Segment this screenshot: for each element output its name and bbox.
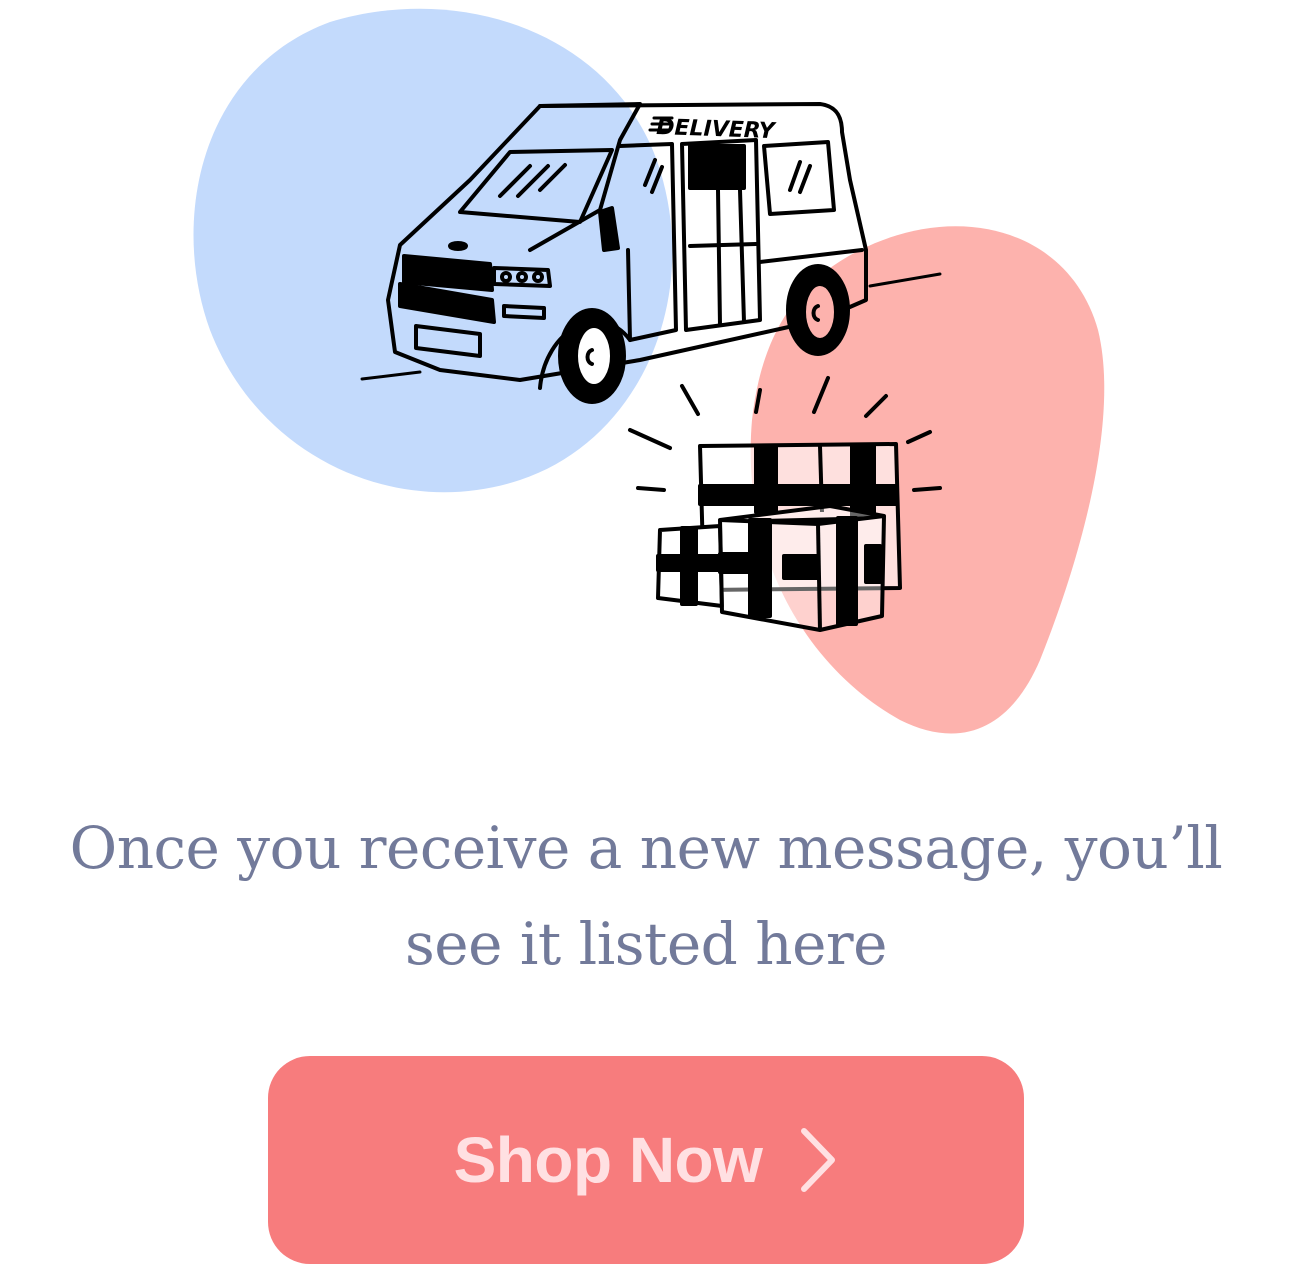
empty-state-message: Once you receive a new message, you’ll s… (69, 814, 1223, 978)
shop-now-button[interactable]: Shop Now (268, 1056, 1024, 1264)
delivery-illustration: DELIVERY (193, 8, 1105, 734)
shop-now-label: Shop Now (453, 1124, 763, 1196)
van-lettering: DELIVERY (656, 115, 777, 144)
chevron-right-icon (801, 1128, 836, 1192)
packages-icon (656, 442, 902, 632)
